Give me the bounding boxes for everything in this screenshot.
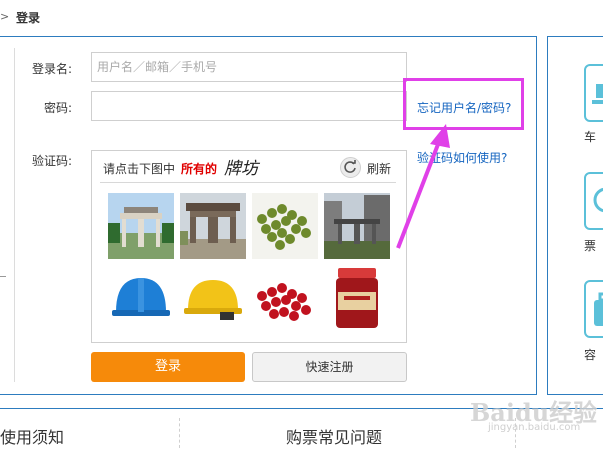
refresh-icon-glyph — [344, 160, 356, 173]
side-bag-button[interactable] — [584, 280, 603, 338]
blue-hardhat-image — [108, 266, 174, 332]
captcha-header-divider — [100, 182, 396, 183]
footer-faq-link[interactable]: 购票常见问题 — [286, 424, 382, 448]
side-ticket-label: 票 — [584, 239, 597, 253]
paifang-archway-image — [108, 193, 174, 259]
captcha-tile-1[interactable] — [108, 193, 174, 259]
captcha-tile-5[interactable] — [108, 266, 174, 332]
captcha-instruction: 请点击下图中 — [103, 162, 176, 176]
username-label: 登录名: — [32, 62, 73, 76]
paifang-archway-image — [180, 193, 246, 259]
username-input[interactable]: 用户名／邮箱／手机号 — [91, 52, 407, 82]
captcha-tile-7[interactable] — [252, 266, 318, 332]
quick-register-button[interactable]: 快速注册 — [252, 352, 407, 382]
left-edge-mark — [0, 276, 6, 277]
bag-icon — [594, 292, 603, 326]
password-input[interactable] — [91, 91, 407, 121]
side-train-button[interactable] — [584, 64, 603, 122]
footer-usage-notes-link[interactable]: 使用须知 — [0, 424, 64, 448]
captcha-tile-4[interactable] — [324, 193, 390, 259]
footer-separator — [179, 418, 181, 448]
refresh-icon[interactable] — [340, 157, 361, 178]
chili-jar-image — [324, 266, 390, 332]
captcha-label: 验证码: — [32, 154, 73, 168]
captcha-tile-3[interactable] — [252, 193, 318, 259]
refresh-label[interactable]: 刷新 — [367, 160, 391, 177]
username-placeholder: 用户名／邮箱／手机号 — [97, 60, 218, 74]
watermark-url: jingyan.baidu.com — [488, 422, 581, 433]
breadcrumb-separator: > — [0, 10, 10, 23]
side-bag-label: 容 — [584, 348, 597, 362]
panel-divider — [14, 48, 15, 382]
annotation-arrow-icon — [396, 124, 450, 249]
side-train-label: 车 — [584, 130, 597, 144]
green-beans-image — [252, 193, 318, 259]
captcha-tile-6[interactable] — [180, 266, 246, 332]
password-label: 密码: — [44, 101, 73, 115]
paifang-archway-image — [324, 193, 390, 259]
train-icon — [592, 84, 603, 104]
captcha-target: 牌坊 — [224, 159, 258, 179]
login-button[interactable]: 登录 — [91, 352, 245, 382]
side-ticket-button[interactable] — [584, 172, 603, 230]
captcha-tile-2[interactable] — [180, 193, 246, 259]
captcha-keyword: 所有的 — [181, 162, 218, 176]
page-title: 登录 — [16, 11, 41, 25]
clock-icon — [593, 187, 603, 213]
yellow-hardhat-image — [180, 266, 246, 332]
captcha-tile-8[interactable] — [324, 266, 390, 332]
red-beans-image — [252, 266, 318, 332]
